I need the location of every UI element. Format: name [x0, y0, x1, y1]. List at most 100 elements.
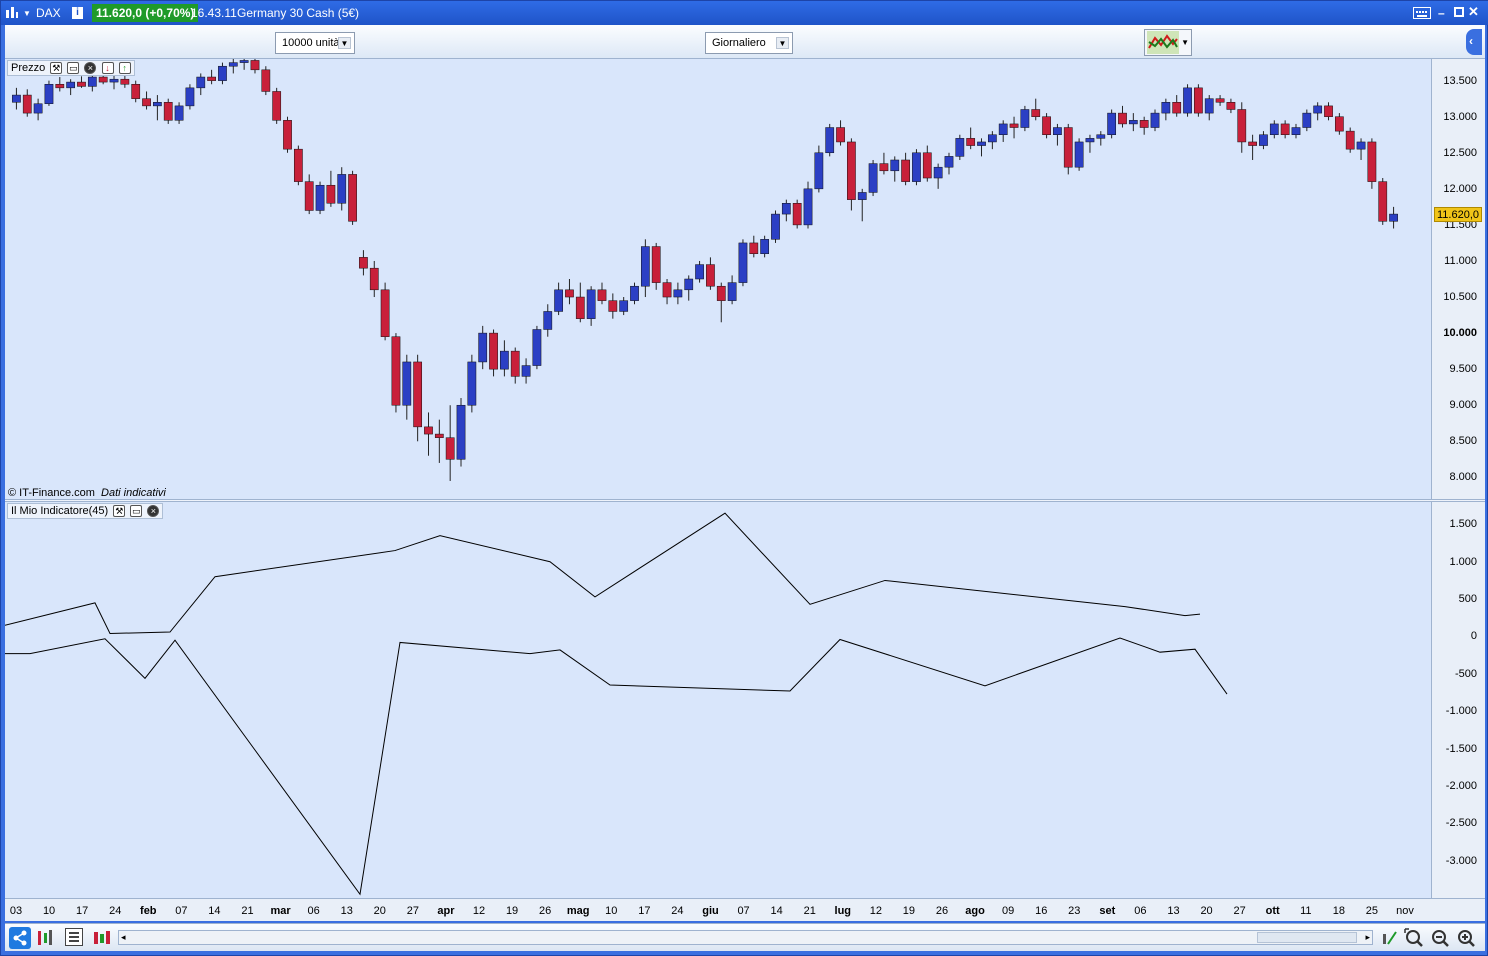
period-dropdown[interactable]: Giornaliero ▼	[705, 32, 793, 54]
candle-body	[630, 285, 639, 301]
app-menu-icon[interactable]	[5, 6, 19, 19]
candle-body	[44, 83, 54, 104]
y-tick-label: -500	[1454, 667, 1477, 680]
x-tick-label: 10	[42, 905, 56, 917]
candle-body	[944, 156, 954, 168]
candle-body	[857, 192, 867, 200]
x-tick-label: 16	[1035, 905, 1048, 917]
candle-body	[771, 213, 780, 240]
candle-body	[1269, 123, 1279, 135]
indicator-add-icon[interactable]	[35, 928, 55, 948]
candle-body	[1172, 102, 1182, 114]
arrow-down-icon[interactable]: ↓	[101, 62, 114, 75]
candle-body	[467, 361, 477, 406]
candle-body	[456, 404, 466, 460]
maximize-icon[interactable]	[1454, 7, 1464, 17]
draw-tool-icon[interactable]	[1380, 928, 1400, 948]
zoom-in-icon[interactable]	[1456, 928, 1476, 948]
side-panel-toggle[interactable]: ‹	[1466, 29, 1482, 55]
wrench-icon[interactable]: ⚒	[113, 505, 126, 518]
candle-body	[1291, 127, 1301, 135]
candle-body	[1085, 138, 1095, 143]
share-icon[interactable]	[9, 927, 31, 949]
x-tick-label: 11	[1300, 905, 1312, 917]
scrollbar-thumb[interactable]	[1257, 932, 1357, 943]
x-tick-label: 27	[1233, 905, 1246, 917]
candle-body	[196, 76, 206, 89]
close-panel-icon[interactable]: ×	[84, 62, 97, 75]
candle-body	[716, 285, 726, 301]
horizontal-scrollbar[interactable]: ◂ ▸	[118, 930, 1373, 945]
units-dropdown[interactable]: 10000 unità ▼	[275, 32, 355, 54]
current-price-marker: 11.620,0	[1434, 207, 1483, 223]
price-y-axis[interactable]: 13.500 13.000 12.500 12.000 11.500 11.000 10.5…	[1431, 59, 1485, 499]
x-tick-label: 12	[472, 905, 486, 917]
x-tick-label: 19	[505, 905, 519, 917]
candle-body	[174, 105, 184, 121]
chevron-down-icon[interactable]: ▼	[776, 37, 789, 49]
candle-body	[966, 138, 976, 146]
candles-toggle-icon[interactable]	[91, 928, 113, 948]
symbol-label[interactable]: DAX	[36, 6, 61, 20]
x-tick-label: lug	[834, 905, 852, 917]
price-panel[interactable]: Prezzo ⚒ ▭ × ↓ ↑ © IT-Finance.com Dati i…	[5, 57, 1431, 499]
x-tick-label: 23	[1068, 905, 1081, 917]
arrow-up-icon[interactable]: ↑	[118, 62, 131, 75]
candle-body	[1237, 109, 1247, 143]
close-panel-icon[interactable]: ×	[147, 505, 160, 518]
close-icon[interactable]: ✕	[1468, 4, 1479, 20]
candle-body	[500, 350, 509, 370]
price-chart[interactable]	[5, 57, 1431, 499]
chart-area[interactable]: Prezzo ⚒ ▭ × ↓ ↑ © IT-Finance.com Dati i…	[4, 57, 1485, 921]
candle-body	[825, 127, 835, 154]
symbol-dropdown-icon[interactable]: ▼	[23, 9, 31, 18]
x-tick-label: giu	[702, 905, 719, 917]
chart-toolbar: 10000 unità ▼ Giornaliero ▼ ▼ ‹	[5, 25, 1485, 59]
wrench-icon[interactable]: ⚒	[50, 62, 63, 75]
candle-body	[814, 152, 824, 190]
trading-window: ▼ DAX i 11.620,0 (+0,70%) 16.43.11 Germa…	[0, 0, 1488, 956]
candle-body	[987, 134, 997, 143]
date-x-axis[interactable]: 03 10 17 24 feb 07 14 21 mar 06 13 20 27 apr 12 19 26 mag…	[5, 898, 1485, 921]
scroll-left-icon[interactable]: ◂	[121, 932, 126, 943]
y-tick-label: 8.500	[1449, 435, 1477, 448]
window-icon[interactable]: ▭	[130, 505, 143, 518]
candle-body	[1118, 112, 1127, 125]
candle-body	[1226, 102, 1236, 110]
candle-body	[304, 181, 314, 211]
candle-body	[163, 102, 173, 121]
candle-body	[98, 76, 108, 83]
x-tick-label: 19	[902, 905, 916, 917]
candle-body	[597, 289, 607, 301]
scroll-right-icon[interactable]: ▸	[1365, 932, 1370, 943]
indicator-panel-title: Il Mio Indicatore(45)	[11, 505, 109, 517]
keyboard-icon[interactable]	[1413, 7, 1431, 19]
candle-body	[33, 103, 43, 114]
chart-type-icon	[1147, 31, 1179, 54]
chevron-down-icon[interactable]: ▼	[1181, 38, 1189, 47]
candle-body	[142, 98, 151, 107]
candle-body	[1053, 127, 1062, 135]
indicator-chart[interactable]	[4, 502, 1431, 898]
zoom-out-icon[interactable]	[1430, 928, 1450, 948]
candle-body	[87, 76, 97, 87]
minimize-icon[interactable]: –	[1438, 6, 1445, 20]
x-tick-label: 12	[869, 905, 882, 917]
indicator-panel[interactable]: Il Mio Indicatore(45) ⚒ ▭ ×	[4, 502, 1431, 898]
candle-body	[792, 203, 802, 226]
candle-body	[380, 289, 390, 337]
window-icon[interactable]: ▭	[67, 62, 80, 75]
x-tick-label: 07	[175, 905, 188, 917]
zoom-fit-icon[interactable]	[1404, 928, 1424, 948]
candle-body	[424, 426, 433, 435]
x-tick-label: 21	[803, 905, 816, 917]
candle-body	[326, 184, 336, 204]
info-icon[interactable]: i	[72, 7, 83, 19]
x-tick-label: 17	[638, 905, 651, 917]
candle-body	[1183, 87, 1192, 114]
candle-body	[391, 336, 401, 406]
chart-type-button[interactable]: ▼	[1144, 29, 1192, 56]
chart-settings-icon[interactable]	[65, 928, 83, 946]
chevron-down-icon[interactable]: ▼	[338, 37, 351, 49]
indicator-y-axis[interactable]: 1.500 1.000 500 0 -500 -1.000 -1.500 -2.000 -2.5…	[1431, 502, 1485, 898]
